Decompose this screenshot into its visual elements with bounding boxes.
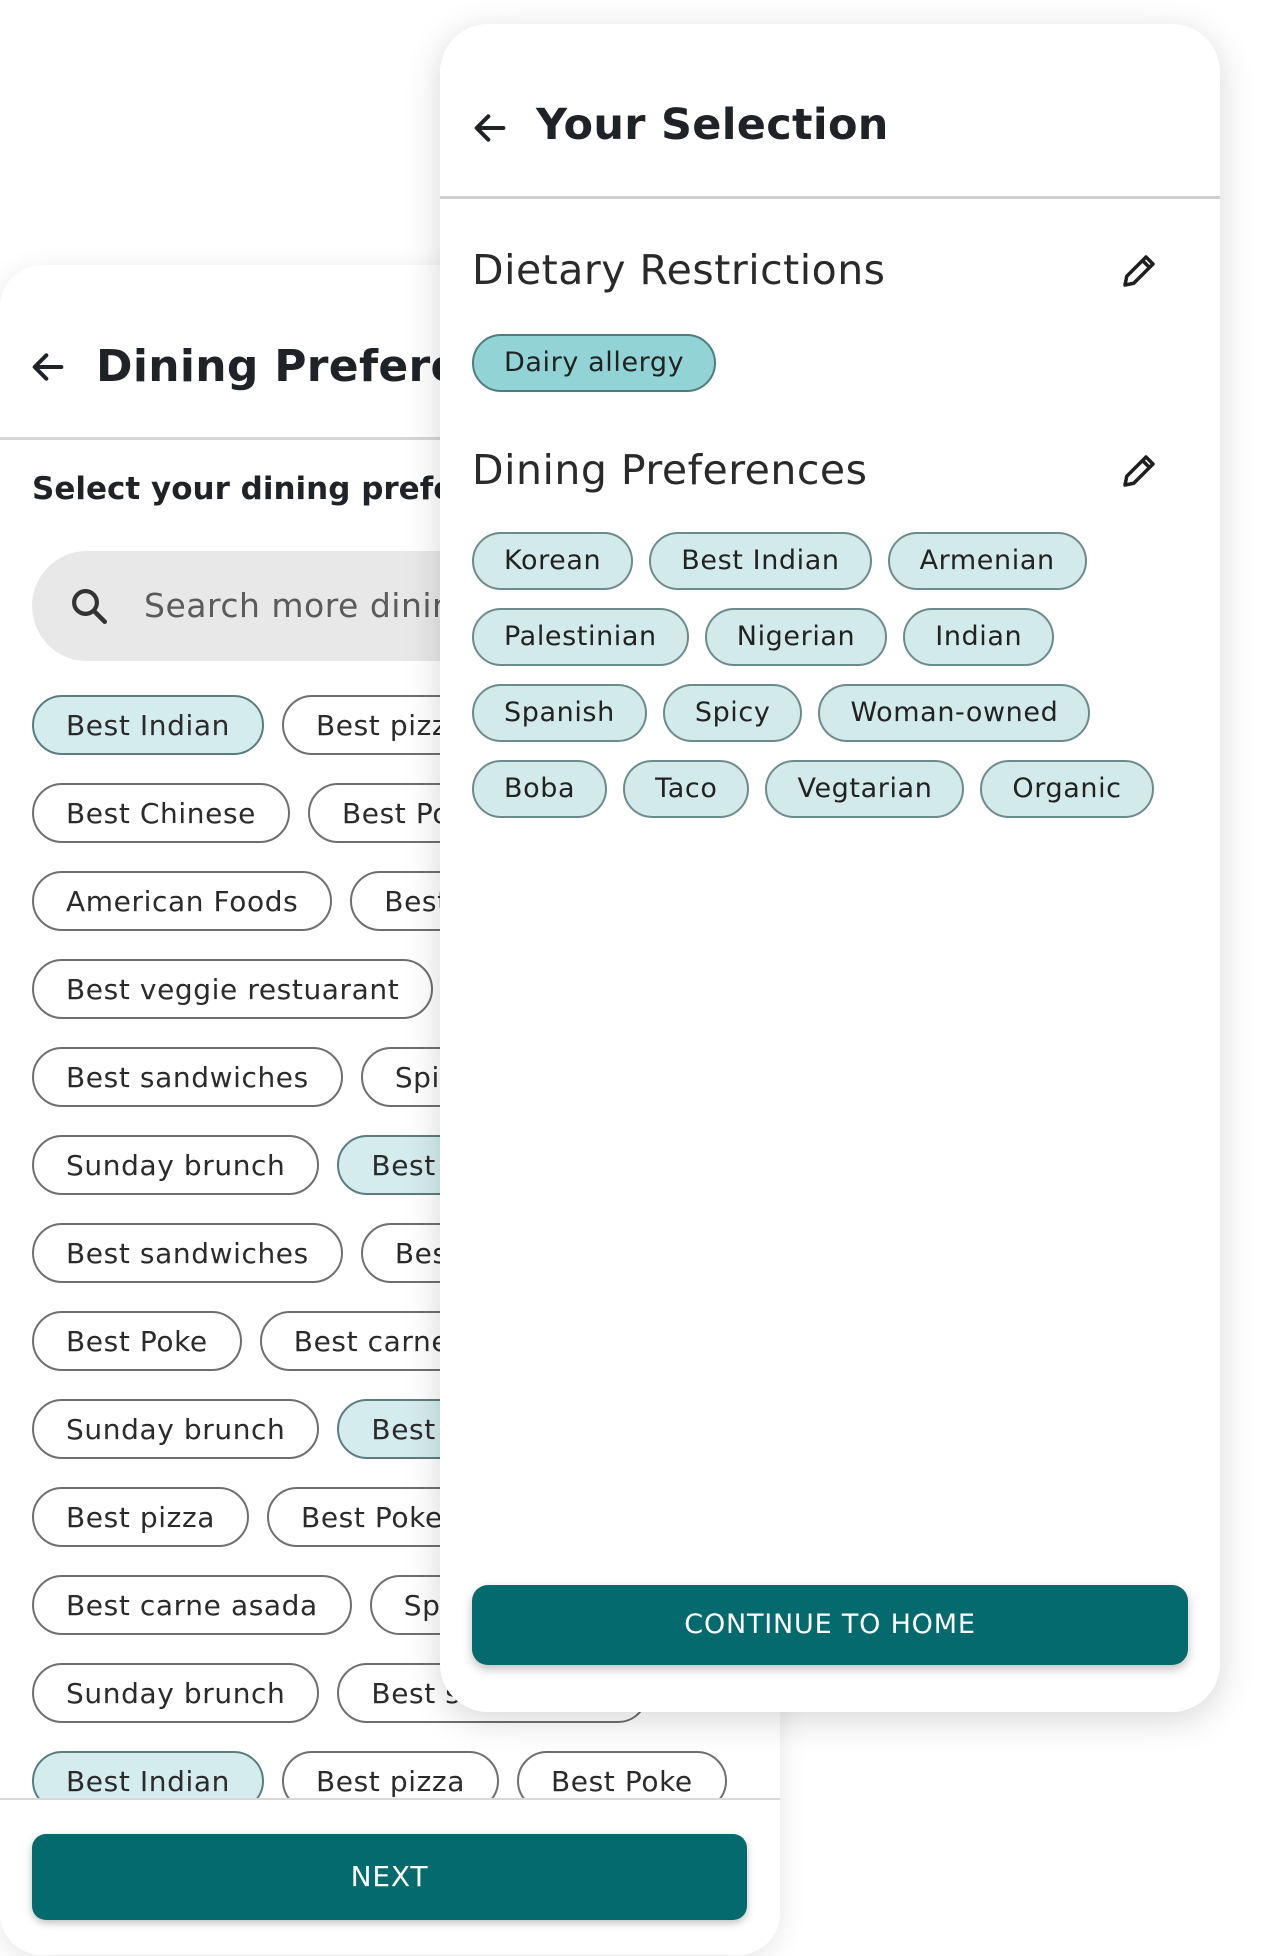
continue-to-home-button[interactable]: CONTINUE TO HOME [472, 1585, 1188, 1665]
chip-row: Best sandwiches Spicy [32, 1047, 508, 1107]
dining-preference-chip[interactable]: Organic [980, 760, 1154, 818]
dining-chip-row: Boba Taco Vegtarian Organic [472, 760, 1154, 818]
dietary-chip[interactable]: Dairy allergy [472, 334, 717, 392]
dining-preference-chip[interactable]: Spicy [662, 684, 803, 742]
search-icon [72, 589, 108, 625]
dining-preference-chip[interactable]: Indian [903, 608, 1055, 666]
preference-chip[interactable]: Sunday brunch [32, 1663, 320, 1723]
footer-divider [0, 1798, 780, 1800]
dining-preference-chip[interactable]: Boba [472, 760, 608, 818]
preference-chip[interactable]: Best sandwiches [32, 1223, 343, 1283]
dining-preferences-heading: Dining Preferences [472, 446, 868, 494]
your-selection-screen: Your Selection Dietary Restrictions Dair… [440, 24, 1220, 1712]
dining-preference-chip[interactable]: Armenian [887, 532, 1087, 590]
dining-preference-chip[interactable]: Spanish [472, 684, 647, 742]
edit-dining-pencil-icon[interactable] [1118, 450, 1160, 492]
front-screen-header: Your Selection [440, 24, 1220, 199]
chip-row: Best Indian Best pizza [32, 695, 499, 755]
back-arrow-icon[interactable] [470, 108, 510, 148]
preference-chip[interactable]: Best Chinese [32, 783, 290, 843]
back-arrow-icon[interactable] [28, 347, 68, 387]
dining-preference-chip[interactable]: Vegtarian [765, 760, 965, 818]
preference-chip[interactable]: Best carne asada [32, 1575, 352, 1635]
preference-chip[interactable]: Sunday brunch [32, 1135, 320, 1195]
preference-chip[interactable]: Best veggie restuarant [32, 959, 434, 1019]
dining-preference-chip[interactable]: Palestinian [472, 608, 689, 666]
chip-row: Best pizza Best Poke [32, 1487, 477, 1547]
next-button[interactable]: NEXT [32, 1834, 747, 1920]
dietary-chip-list: Dairy allergy [472, 334, 717, 392]
preference-chip[interactable]: Best pizza [32, 1487, 250, 1547]
dining-chip-row: Korean Best Indian Armenian [472, 532, 1087, 590]
dining-preference-chip[interactable]: Korean [472, 532, 634, 590]
preference-chip[interactable]: Sunday brunch [32, 1399, 320, 1459]
dining-preference-chip[interactable]: Nigerian [704, 608, 888, 666]
page-title: Your Selection [536, 100, 889, 150]
preference-chip-selected[interactable]: Best Indian [32, 695, 264, 755]
dining-chip-row: Palestinian Nigerian Indian [472, 608, 1055, 666]
preference-chip[interactable]: Best sandwiches [32, 1047, 343, 1107]
preference-chip[interactable]: American Foods [32, 871, 333, 931]
preference-chip[interactable]: Best Poke [32, 1311, 242, 1371]
dining-preference-chip[interactable]: Best Indian [649, 532, 872, 590]
edit-dietary-pencil-icon[interactable] [1118, 250, 1160, 292]
dietary-restrictions-heading: Dietary Restrictions [472, 246, 886, 294]
dining-preference-chip[interactable]: Woman-owned [818, 684, 1091, 742]
dining-preference-chip[interactable]: Taco [623, 760, 750, 818]
dining-chip-row: Spanish Spicy Woman-owned [472, 684, 1091, 742]
